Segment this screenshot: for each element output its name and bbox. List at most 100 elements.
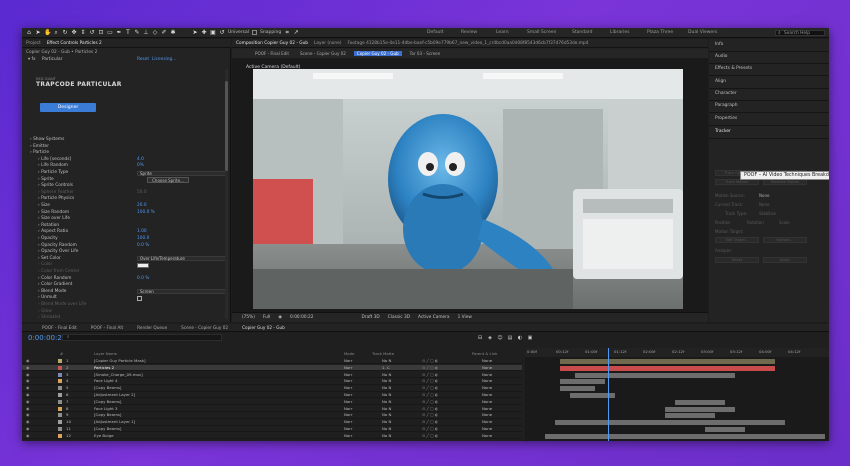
rotation-tool-icon[interactable]: ↺ [89,29,95,36]
workspace-review[interactable]: Review [461,28,477,38]
timeline-tab-scene[interactable]: Scene - Copier Guy 02 [181,325,228,330]
workspace-libraries[interactable]: Libraries [610,28,629,38]
effect-row-value[interactable]: 50.0 [137,190,147,196]
visibility-icon[interactable]: ◉ [26,385,29,391]
effect-row-value[interactable]: 0% [137,163,144,169]
layer-label-color[interactable] [58,427,62,431]
timeline-tab-copier-guy[interactable]: Copier Guy 02 - Gub [242,325,285,330]
snap-extra-icon[interactable]: ↗ [293,29,299,36]
visibility-icon[interactable]: ◉ [26,365,29,371]
layer-mode-dropdown[interactable]: Norr [344,412,352,418]
layer-label-color[interactable] [58,365,62,370]
effect-row-label[interactable]: › Life Random [38,163,68,169]
tab-project[interactable]: Project [26,41,41,46]
effect-row-label[interactable]: › Sprite [38,177,54,183]
visibility-icon[interactable]: ◉ [26,433,29,439]
visibility-icon[interactable]: ◉ [26,412,29,418]
snap-options-icon[interactable]: ⌗ [284,29,290,36]
effect-row-label[interactable]: › Streaklet [38,315,60,321]
panel-properties[interactable]: Properties [715,116,737,121]
effect-row-label[interactable]: › Color from Center [38,269,80,275]
rotation-checkbox-label[interactable]: Rotation [747,220,764,225]
layer-row[interactable]: ◉ 10 [Adjustment Layer 1] Norr No N ⊙ ╱ ▢ ◐ No… [22,419,522,426]
layer-row[interactable]: ◉ 3 [Smoke_Charge_09.mov] Norr No N ⊙ ╱ ▢ ◐ No… [22,372,522,378]
visibility-icon[interactable]: ◉ [26,392,29,398]
workspace-small-screen[interactable]: Small Screen [527,28,556,38]
timeline-tracks[interactable]: 0:00f 00:12f 01:00f 01:12f 02:00f 02:12f 03:00… [525,348,829,441]
snapshot-icon[interactable]: ◉ [278,315,282,320]
layer-name[interactable]: [Adjustment Layer 1] [94,419,135,425]
layer-name[interactable]: Particles 2 [94,365,114,371]
layer-switches[interactable]: ⊙ ╱ ▢ ◐ [422,433,438,439]
breadcrumb-poof-final[interactable]: POOF - Final Edit [252,51,292,56]
effect-controls-scrollbar[interactable] [225,69,228,319]
reset-button[interactable]: Reset [715,257,759,263]
effect-row-label[interactable]: › Color Gradient [38,282,72,288]
layer-row[interactable]: ◉ 6 [Adjustment Layer 2] Norr No N ⊙ ╱ ▢ ◐ Non… [22,392,522,399]
motion-blur-icon[interactable]: ◐ [517,335,523,341]
selection-tool-icon[interactable]: ➤ [35,29,41,36]
axis-local-icon[interactable]: ➤ [192,29,198,36]
layer-mode-dropdown[interactable]: Norr [344,406,352,412]
fx-toggle-icon[interactable]: ▾ fx [28,57,36,63]
timeline-tab-poof-alt[interactable]: POOF - Final Alt [91,325,123,330]
viewer-timecode[interactable]: 0:00:00:22 [290,315,313,320]
visibility-icon[interactable]: ◉ [26,378,29,384]
layer-row[interactable]: ◉ 4 Face Light 4 Norr No N ⊙ ╱ ▢ ◐ None [22,378,522,385]
layer-track-matte[interactable]: No N [382,426,391,432]
layer-name[interactable]: [Copy Beams] [94,385,121,391]
layer-row[interactable]: ◉ 7 [Copy Beams] Norr No N ⊙ ╱ ▢ ◐ None [22,399,522,406]
timeline-tab-poof-final[interactable]: POOF - Final Edit [42,325,77,330]
effect-row-label[interactable]: › Opacity [38,236,58,242]
motion-source-value[interactable]: None [759,193,769,198]
effect-row-label[interactable]: › Sphere Feather [38,190,74,196]
layer-mode-dropdown[interactable]: Norr [344,358,352,364]
layer-track-matte[interactable]: No N [382,412,391,418]
effect-row-label[interactable]: › Size [38,203,50,209]
layer-parent-dropdown[interactable]: None [482,419,492,425]
effect-row-label[interactable]: › Particle Physics [38,196,74,202]
panel-info[interactable]: Info [715,42,723,47]
layer-switches[interactable]: ⊙ ╱ ▢ ◐ [422,419,438,425]
workspace-standard[interactable]: Standard [572,28,592,38]
layer-switches[interactable]: ⊙ ╱ ▢ ◐ [422,399,438,405]
visibility-icon[interactable]: ◉ [26,372,29,378]
layer-bar[interactable] [575,372,735,378]
color-swatch[interactable] [137,262,149,268]
layer-bar[interactable] [560,379,605,385]
layer-mode-dropdown[interactable]: Norr [344,426,352,432]
pan-behind-icon[interactable]: ⊡ [98,29,104,36]
layer-switches[interactable]: ⊙ ╱ ▢ ◐ [422,358,438,364]
layer-switches[interactable]: ⊙ ╱ ▢ ◐ [422,392,438,398]
tab-layer[interactable]: Layer (none) [314,41,341,46]
layer-track-matte[interactable]: No N [382,433,391,439]
options-button[interactable]: Options... [763,237,807,243]
effect-row-label[interactable]: › Blend Mode [38,289,66,295]
workspace-plaza-three[interactable]: Plaza Three [647,28,673,38]
effect-row-label[interactable]: › Life [seconds] [38,157,71,163]
layer-name[interactable]: [Smoke_Charge_09.mov] [94,372,143,378]
hand-tool-icon[interactable]: ✋ [44,29,51,36]
layer-parent-dropdown[interactable]: None [482,426,492,432]
layer-name[interactable]: [Adjustment Layer 2] [94,392,135,398]
unmult-checkbox[interactable] [137,295,142,301]
breadcrumb-tor-screen[interactable]: Tor 03 - Screen [407,51,444,56]
playhead[interactable] [608,348,609,441]
timeline-tab-render-queue[interactable]: Render Queue [137,325,167,330]
layer-parent-dropdown[interactable]: None [482,392,492,398]
effect-row-label[interactable]: › Unmult [38,295,57,301]
layer-switches[interactable]: ⊙ ╱ ▢ ◐ [422,426,438,432]
layer-track-matte[interactable]: No N [382,378,391,384]
effect-row-label[interactable]: › Rotation [38,223,59,229]
layer-bar[interactable] [665,406,735,412]
graph-editor-icon[interactable]: ▣ [527,335,533,341]
layer-bar[interactable] [675,399,725,405]
layer-parent-dropdown[interactable]: None [482,433,492,439]
layer-parent-dropdown[interactable]: None [482,385,492,391]
layer-bar[interactable] [560,365,775,371]
layer-mode-dropdown[interactable]: Norr [344,392,352,398]
panel-align[interactable]: Align [715,79,726,84]
layer-track-matte[interactable]: No N [382,406,391,412]
snapping-checkbox[interactable] [252,30,258,35]
layer-label-color[interactable] [58,399,62,404]
